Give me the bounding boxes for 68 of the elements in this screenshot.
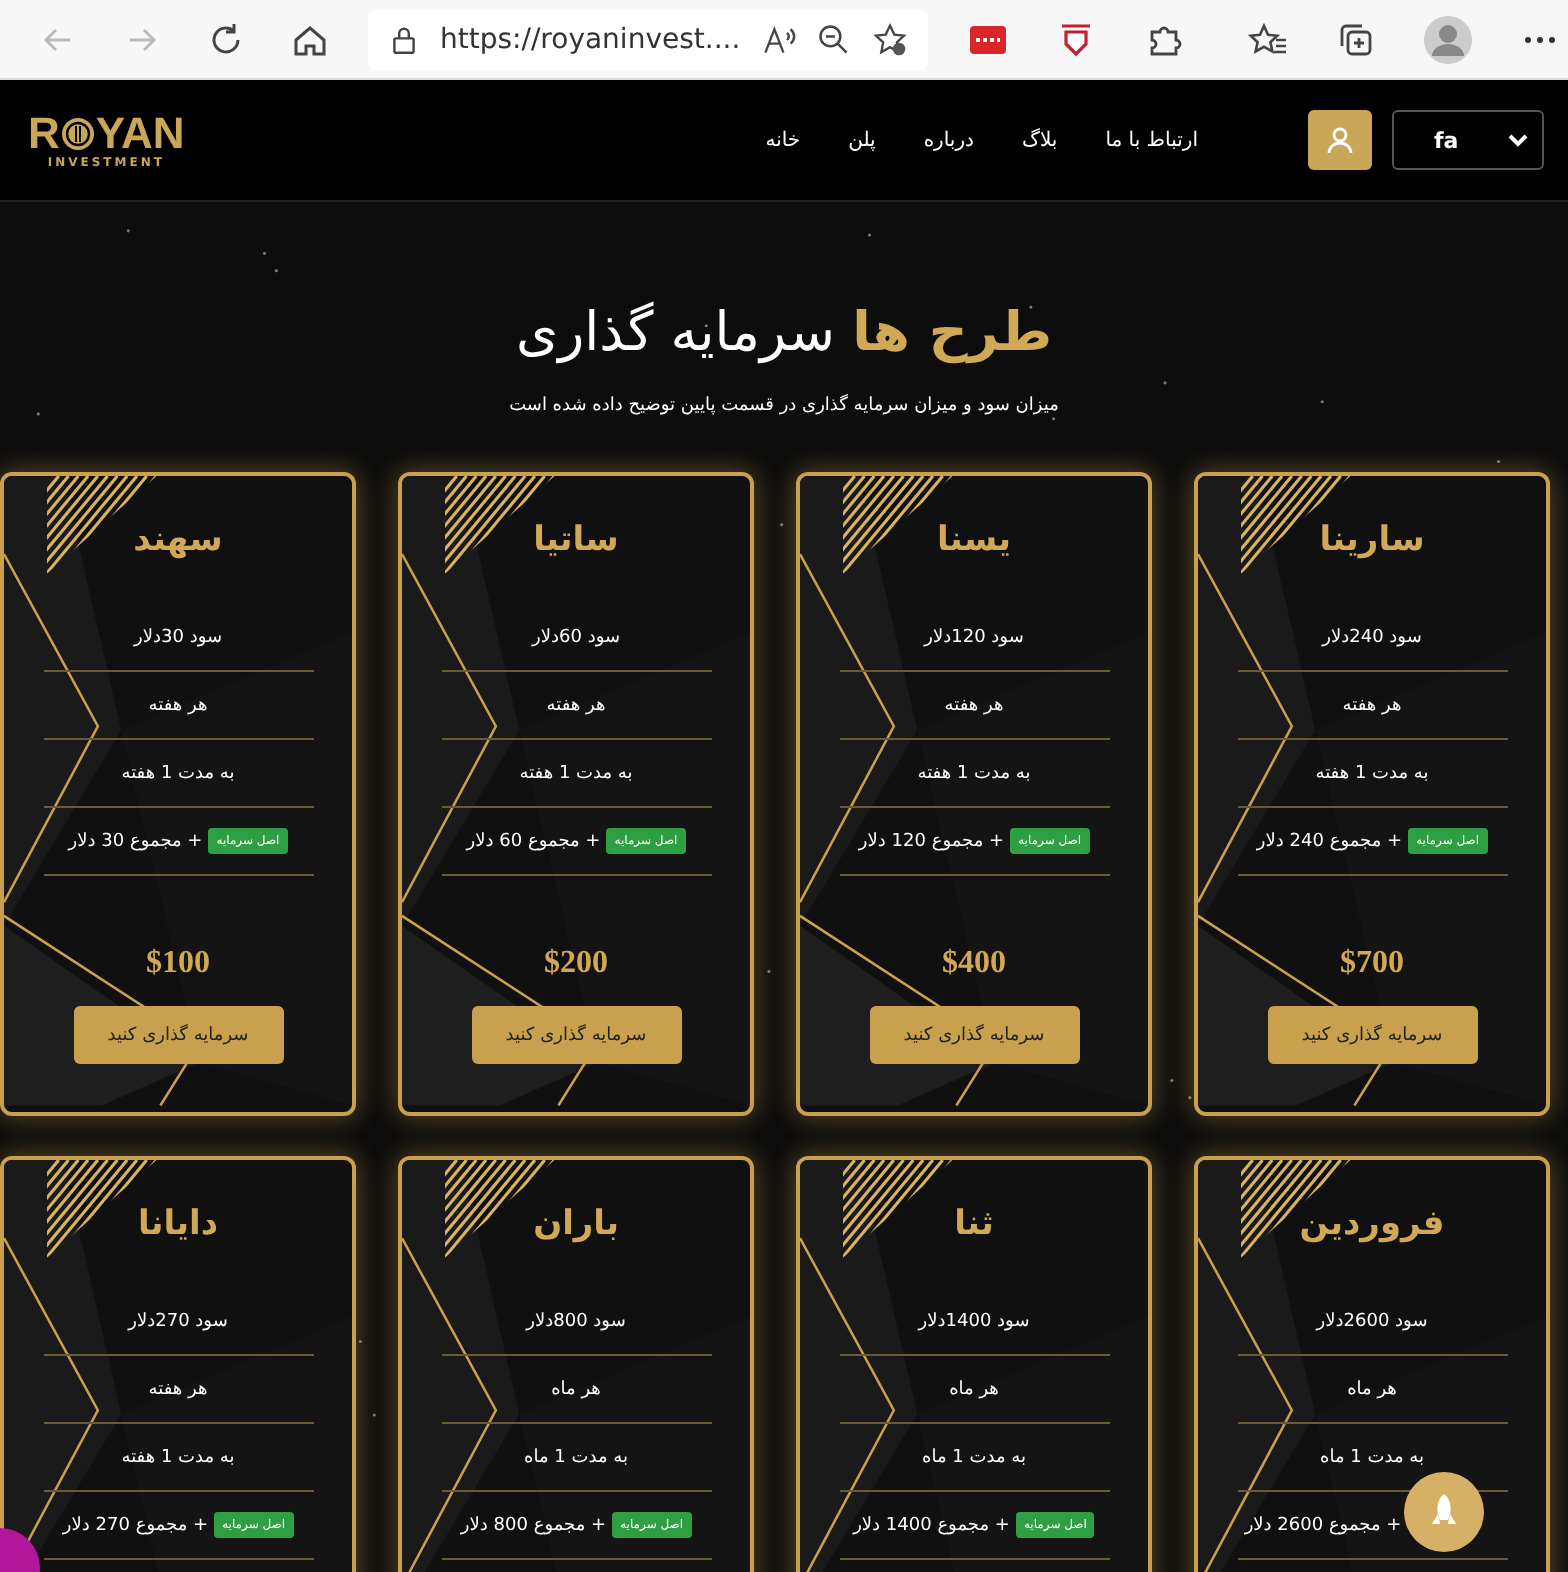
read-aloud-icon[interactable] — [760, 21, 797, 57]
language-select[interactable]: fa — [1392, 110, 1544, 170]
duration-text: به مدت 1 هفته — [519, 763, 633, 783]
frequency-text: هر هفته — [1342, 695, 1402, 715]
section-title: طرح ها سرمایه گذاری — [515, 302, 1053, 364]
profit-text: سود 2600دلار — [1316, 1311, 1428, 1331]
duration-text: به مدت 1 هفته — [121, 763, 235, 783]
frequency-text: هر هفته — [546, 695, 606, 715]
plan-name: باران — [533, 1204, 619, 1248]
profit-text: سود 1400دلار — [918, 1311, 1030, 1331]
nav-link[interactable]: درباره — [923, 129, 974, 151]
plan-price: $200 — [544, 946, 608, 982]
profit-text: سود 800دلار — [526, 1311, 626, 1331]
profit-text: سود 120دلار — [924, 627, 1024, 647]
duration-text: به مدت 1 هفته — [1315, 763, 1429, 783]
frequency-text: هر هفته — [148, 1379, 208, 1399]
frequency-text: هر ماه — [1347, 1379, 1397, 1399]
plan-price: $100 — [146, 946, 210, 982]
total-text: + مجموع 120 دلار — [858, 831, 1005, 851]
total-text: + مجموع 2600 دلار — [1244, 1515, 1402, 1535]
lock-icon[interactable] — [388, 23, 420, 55]
total-text: + مجموع 270 دلار — [62, 1515, 209, 1535]
duration-text: به مدت 1 هفته — [121, 1447, 235, 1467]
duration-text: به مدت 1 ماه — [922, 1447, 1026, 1467]
profit-text: سود 30دلار — [134, 627, 223, 647]
logo-text: R — [28, 111, 60, 155]
frequency-text: هر هفته — [944, 695, 1004, 715]
user-icon — [1326, 126, 1354, 154]
collections-icon[interactable] — [1336, 19, 1377, 59]
plan-name: ثنا — [954, 1204, 994, 1248]
nav-link[interactable]: بلاگ — [1022, 129, 1058, 151]
plan-name: فروردین — [1299, 1204, 1445, 1248]
profit-text: سود 270دلار — [128, 1311, 228, 1331]
nav-link[interactable]: خانه — [765, 129, 801, 151]
address-bar[interactable]: https://royaninvest.... — [368, 9, 929, 69]
plan-price: $700 — [1340, 946, 1404, 982]
plan-name: سارینا — [1319, 520, 1425, 564]
total-text: + مجموع 1400 دلار — [853, 1515, 1010, 1535]
favorites-icon[interactable] — [1248, 19, 1289, 59]
profit-text: سود 60دلار — [532, 627, 621, 647]
duration-text: به مدت 1 هفته — [917, 763, 1031, 783]
total-text: + مجموع 800 دلار — [460, 1515, 607, 1535]
nav-link[interactable]: ارتباط با ما — [1105, 129, 1198, 151]
invest-button[interactable]: سرمایه گذاری کنید — [1267, 1006, 1477, 1064]
profit-text: سود 240دلار — [1322, 627, 1422, 647]
profile-avatar-icon[interactable] — [1424, 15, 1473, 63]
nav-link[interactable]: پلن — [848, 129, 876, 151]
duration-text: به مدت 1 ماه — [1320, 1447, 1424, 1467]
total-text: + مجموع 30 دلار — [68, 831, 203, 851]
invest-button[interactable]: سرمایه گذاری کنید — [73, 1006, 283, 1064]
coin-icon — [59, 115, 96, 151]
total-text: + مجموع 240 دلار — [1256, 831, 1403, 851]
plan-price: $400 — [942, 946, 1006, 982]
total-text: + مجموع 60 دلار — [466, 831, 601, 851]
favorite-add-icon[interactable] — [872, 21, 909, 57]
duration-text: به مدت 1 ماه — [524, 1447, 628, 1467]
section-subtitle: میزان سود و میزان سرمایه گذاری در قسمت پایین توضیح داده شده است — [509, 396, 1059, 416]
zoom-out-icon[interactable] — [816, 21, 853, 57]
logo-text: YAN — [95, 111, 185, 155]
plan-name: یسنا — [937, 520, 1012, 564]
plan-name: دایانا — [137, 1204, 219, 1248]
frequency-text: هر ماه — [551, 1379, 601, 1399]
plan-name: ساتیا — [533, 520, 619, 564]
frequency-text: هر ماه — [949, 1379, 999, 1399]
invest-button[interactable]: سرمایه گذاری کنید — [869, 1006, 1079, 1064]
invest-button[interactable]: سرمایه گذاری کنید — [471, 1006, 681, 1064]
plan-name: سهند — [133, 520, 223, 564]
frequency-text: هر هفته — [148, 695, 208, 715]
